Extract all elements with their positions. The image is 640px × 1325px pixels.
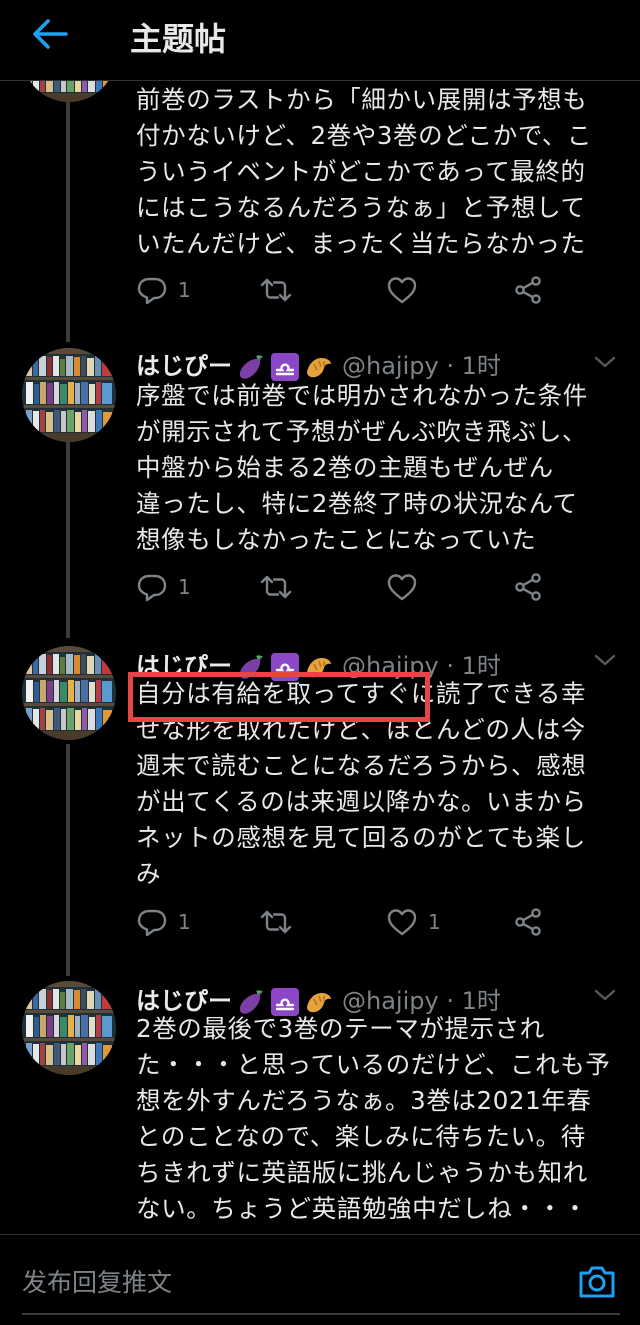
tweet-text-line: 序盤では前巻では明かされなかった条件 [136, 381, 588, 410]
share-icon [512, 906, 544, 938]
tweet-actions: 1 1 [136, 902, 556, 942]
like-count: 1 [428, 910, 441, 934]
retweet-button[interactable] [258, 902, 294, 942]
avatar[interactable] [22, 981, 116, 1075]
tweet-text-line: 2巻の最後で3巻のテーマが提示され [136, 1014, 545, 1043]
reply-icon [136, 274, 168, 306]
reply-composer: 发布回复推文 [0, 1234, 640, 1325]
tweet-text-line: た・・・と思っているのだけど、これも予 [136, 1050, 611, 1079]
retweet-icon [258, 906, 294, 938]
tweet-text-line: せな形を取れたけど、ほとんどの人は今 [136, 715, 586, 744]
reply-icon [136, 906, 168, 938]
reply-count: 1 [178, 575, 191, 599]
chevron-down-icon[interactable] [590, 985, 620, 1005]
tweet-text: 序盤では前巻では明かされなかった条件 が開示されて予想がぜんぶ吹き飛ぶし、 中盤… [136, 378, 620, 558]
tweet-text-line: いたんだけど、まったく当たらなかった [136, 229, 586, 258]
tweet-text-line: み [136, 859, 162, 888]
tweet-text-line: 付かないけど、2巻や3巻のどこかで、こ [136, 121, 593, 150]
page-title: 主题帖 [130, 20, 227, 58]
camera-icon[interactable] [576, 1263, 618, 1301]
tweet-item[interactable]: はじぴー @hajipy · 1时 序盤では前巻では明かされなかった条件 が開示さ… [0, 330, 640, 630]
tweet-text-line: ちきれずに英語版に挑んじゃうかも知れ [136, 1158, 588, 1187]
avatar[interactable] [22, 348, 116, 442]
reply-count: 1 [178, 910, 191, 934]
reply-button[interactable]: 1 [136, 902, 191, 942]
top-bar: 主题帖 [0, 0, 640, 81]
reply-icon [136, 571, 168, 603]
like-button[interactable] [386, 270, 418, 310]
tweet-actions: 1 [136, 567, 556, 607]
tweet-text-line: ない。ちょうど英語勉強中だしね・・・ [136, 1194, 588, 1223]
tweet-text-line: 週末で読むことになるだろうから、感想 [136, 751, 587, 780]
like-icon [386, 571, 418, 603]
tweet-text: 自分は有給を取ってすぐに読了できる幸 せな形を取れたけど、ほとんどの人は今 週末… [136, 676, 620, 892]
tweet-text-line: が開示されて予想がぜんぶ吹き飛ぶし、 [136, 417, 588, 446]
tweet-text-line: 中盤から始まる2巻の主題もぜんぜん [136, 453, 554, 482]
reply-button[interactable]: 1 [136, 567, 191, 607]
retweet-icon [258, 274, 294, 306]
avatar[interactable] [22, 646, 116, 740]
reply-input[interactable]: 发布回复推文 [22, 1263, 172, 1299]
tweet-text-line: にはこうなるんだろうなぁ」と予想して [136, 193, 586, 222]
tweet-text-line: ういうイベントがどこかであって最終的 [136, 157, 586, 186]
like-button[interactable] [386, 567, 418, 607]
like-icon [386, 274, 418, 306]
tweet-text-line: 違ったし、特に2巻終了時の状況なんて [136, 489, 578, 518]
tweet-text-line: 自分は有給を取ってすぐに読了できる幸 [136, 679, 587, 708]
share-icon [512, 274, 544, 306]
reply-button[interactable]: 1 [136, 270, 191, 310]
tweet-text: 2巻の最後で3巻のテーマが提示され た・・・と思っているのだけど、これも予 想を… [136, 1011, 620, 1227]
chevron-down-icon[interactable] [590, 650, 620, 670]
tweet-text-line: とのことなので、楽しみに待ちたい。待 [136, 1122, 586, 1151]
tweet-text-line: 想を外すんだろうなぁ。3巻は2021年春 [136, 1086, 592, 1115]
share-button[interactable] [512, 902, 544, 942]
tweet-header: はじぴー @hajipy · 1时 [136, 346, 501, 382]
handle-timestamp: @hajipy · 1时 [342, 352, 501, 380]
share-button[interactable] [512, 270, 544, 310]
tweet-actions: 1 [136, 270, 556, 310]
tweet-item[interactable]: はじぴー @hajipy · 1时 自分は有給を取ってすぐに読了できる幸 せな形を… [0, 630, 640, 970]
tweet-text-line: ネットの感想を見て回るのがとても楽し [136, 823, 586, 852]
retweet-icon [258, 571, 294, 603]
share-icon [512, 571, 544, 603]
reply-count: 1 [178, 278, 191, 302]
tweet-text-line: が出てくるのは来週以降かな。いまから [136, 787, 587, 816]
tweet-text: 前巻のラストから「細かい展開は予想も 付かないけど、2巻や3巻のどこかで、こ う… [136, 82, 620, 262]
retweet-button[interactable] [258, 567, 294, 607]
share-button[interactable] [512, 567, 544, 607]
display-name[interactable]: はじぴー [136, 352, 232, 380]
tweet-text-line: 前巻のラストから「細かい展開は予想も [136, 85, 588, 114]
like-icon [386, 906, 418, 938]
back-arrow-icon[interactable] [28, 16, 72, 52]
like-button[interactable]: 1 [386, 902, 441, 942]
input-underline [22, 1313, 620, 1315]
chevron-down-icon[interactable] [590, 352, 620, 372]
retweet-button[interactable] [258, 270, 294, 310]
tweet-item[interactable]: はじぴー @hajipy · 1时 2巻の最後で3巻のテーマが提示され た・・・と… [0, 965, 640, 1235]
tweet-text-line: 想像もしなかったことになっていた [136, 525, 537, 554]
